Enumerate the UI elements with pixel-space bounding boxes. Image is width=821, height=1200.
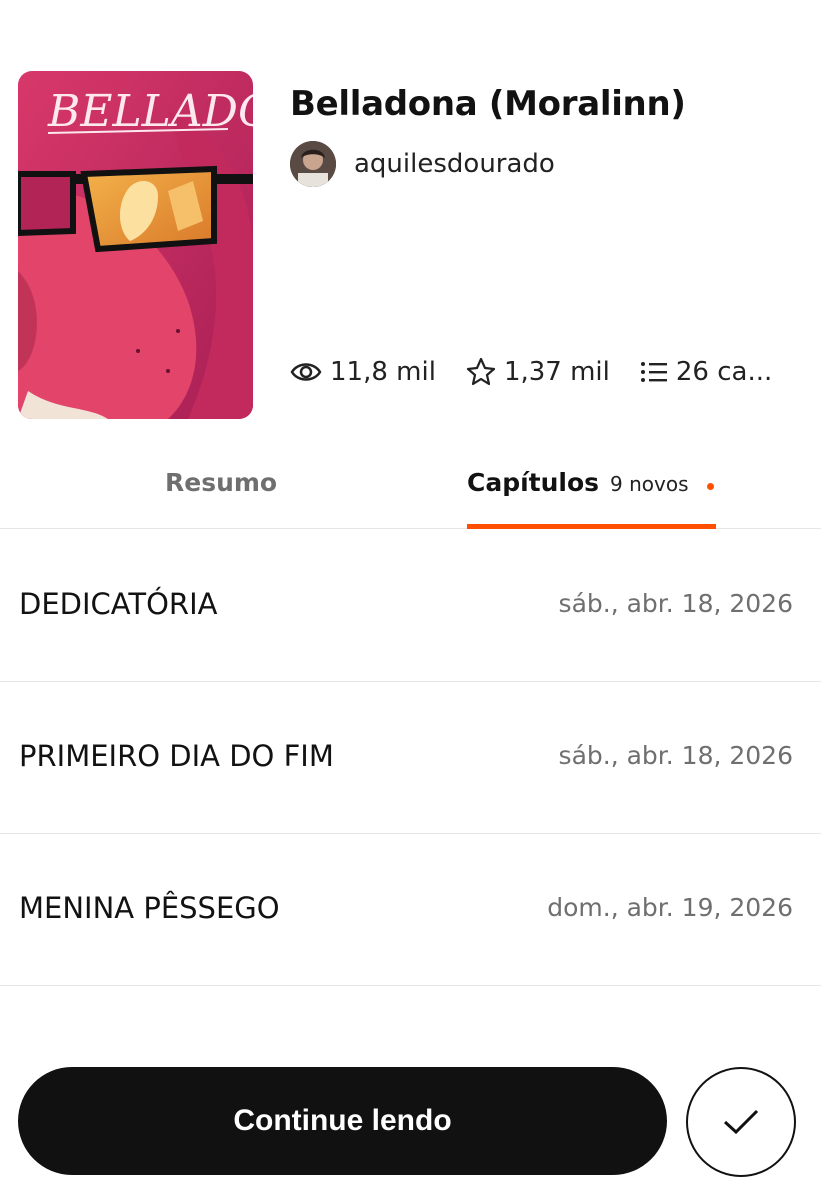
reads-stat: 11,8 mil bbox=[290, 357, 436, 387]
tab-chapters[interactable]: Capítulos 9 novos bbox=[467, 450, 716, 529]
chapter-date: sáb., abr. 18, 2026 bbox=[558, 589, 793, 618]
star-icon bbox=[466, 357, 496, 386]
reads-count: 11,8 mil bbox=[330, 357, 436, 387]
mark-complete-button[interactable] bbox=[686, 1067, 796, 1177]
chapter-row[interactable]: DEDICATÓRIA sáb., abr. 18, 2026 bbox=[0, 529, 821, 682]
eye-icon bbox=[290, 363, 322, 381]
tab-chapters-label: Capítulos bbox=[467, 468, 600, 497]
author-link[interactable]: aquilesdourado bbox=[290, 141, 555, 187]
votes-count: 1,37 mil bbox=[503, 357, 610, 387]
chapter-title: MENINA PÊSSEGO bbox=[19, 891, 280, 925]
new-indicator-dot bbox=[707, 483, 714, 490]
chapter-row[interactable]: PRIMEIRO DIA DO FIM sáb., abr. 18, 2026 bbox=[0, 681, 821, 834]
book-cover[interactable]: BELLADONA bbox=[18, 71, 253, 419]
chapters-stat: 26 ca... bbox=[640, 357, 772, 387]
list-icon bbox=[640, 362, 667, 382]
story-stats: 11,8 mil 1,37 mil 26 ca... bbox=[290, 352, 772, 392]
book-cover-art: BELLADONA bbox=[18, 71, 253, 419]
chapter-date: dom., abr. 19, 2026 bbox=[547, 893, 793, 922]
chapters-count: 26 ca... bbox=[675, 357, 773, 387]
new-chapters-badge: 9 novos bbox=[610, 472, 689, 496]
tab-bar: Resumo Capítulos 9 novos bbox=[0, 450, 821, 529]
story-title: Belladona (Moralinn) bbox=[290, 84, 686, 124]
chapter-date: sáb., abr. 18, 2026 bbox=[558, 741, 793, 770]
continue-reading-button[interactable]: Continue lendo bbox=[18, 1067, 667, 1175]
chapter-title: DEDICATÓRIA bbox=[19, 587, 218, 621]
checkmark-icon bbox=[723, 1109, 759, 1135]
tab-summary[interactable]: Resumo bbox=[165, 468, 277, 497]
chapter-title: PRIMEIRO DIA DO FIM bbox=[19, 739, 334, 773]
avatar bbox=[290, 141, 336, 187]
chapter-row[interactable]: MENINA PÊSSEGO dom., abr. 19, 2026 bbox=[0, 833, 821, 986]
author-name: aquilesdourado bbox=[354, 149, 555, 179]
votes-stat: 1,37 mil bbox=[466, 357, 610, 387]
